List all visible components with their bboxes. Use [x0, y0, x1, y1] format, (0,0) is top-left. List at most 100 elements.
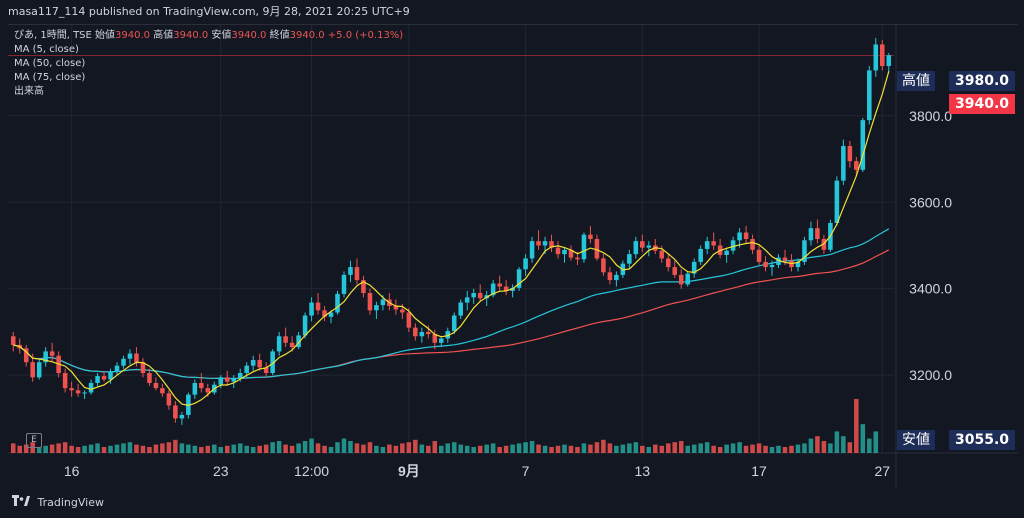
- ohlc-low-value: 3940.0: [231, 30, 267, 41]
- volume-bar: [237, 443, 243, 453]
- volume-bar: [374, 445, 379, 453]
- candle-body: [341, 274, 347, 294]
- volume-bar: [88, 444, 94, 453]
- footer: TradingView: [0, 488, 1024, 517]
- volume-bar: [484, 444, 489, 453]
- low-tag-label: 安値: [897, 430, 935, 450]
- candle-body: [704, 241, 710, 249]
- volume-bar: [860, 424, 866, 453]
- high-tag-label: 高値: [897, 71, 935, 91]
- candle-body: [413, 327, 418, 337]
- volume-bar: [387, 444, 392, 453]
- legend-volume[interactable]: 出来高: [14, 85, 403, 99]
- candle-body: [575, 257, 580, 260]
- candle-body: [873, 44, 879, 71]
- candle-body: [685, 273, 690, 285]
- volume-bar: [212, 444, 217, 453]
- candle-body: [69, 388, 74, 391]
- candle-body: [147, 373, 152, 383]
- footer-brand[interactable]: TradingView: [38, 496, 104, 509]
- ohlc-low-label: 安値: [211, 30, 232, 41]
- volume-bar: [743, 445, 749, 453]
- ohlc-open-label: 始値: [95, 30, 116, 41]
- volume-bar: [854, 399, 859, 453]
- candle-body: [555, 247, 561, 255]
- volume-bar: [458, 444, 463, 453]
- candle-body: [283, 336, 288, 343]
- candle-body: [224, 377, 230, 382]
- candle-body: [114, 365, 120, 372]
- y-tick-label: 3800.0: [909, 108, 952, 124]
- volume-bar: [581, 443, 587, 453]
- publisher-header: masa117_114 published on TradingView.com…: [0, 0, 1024, 24]
- candle-body: [834, 180, 840, 224]
- volume-bar: [730, 443, 736, 453]
- volume-bar: [127, 442, 133, 453]
- volume-bar: [354, 443, 360, 453]
- volume-bar: [659, 445, 665, 453]
- volume-bar: [789, 445, 794, 453]
- earnings-badge[interactable]: E: [26, 433, 42, 448]
- volume-bar: [601, 439, 606, 453]
- candle-body: [672, 267, 678, 275]
- legend-ma5[interactable]: MA (5, close): [14, 43, 403, 57]
- volume-bar: [685, 445, 690, 453]
- candle-body: [847, 146, 853, 162]
- candle-body: [36, 362, 42, 378]
- volume-bar: [69, 445, 74, 453]
- candle-body: [134, 353, 139, 363]
- publisher-text: masa117_114 published on TradingView.com…: [8, 5, 410, 18]
- volume-bar: [711, 445, 716, 453]
- candle-body: [724, 250, 729, 255]
- volume-bar: [653, 444, 658, 453]
- candle-body: [231, 378, 237, 382]
- y-tick-label: 3600.0: [909, 194, 952, 210]
- volume-bar: [186, 444, 191, 453]
- volume-bar: [276, 441, 282, 453]
- candle-body: [426, 331, 431, 335]
- ohlc-change: +5.0 (+0.13%): [327, 30, 404, 41]
- tradingview-logo-icon[interactable]: [12, 489, 30, 518]
- volume-bar: [380, 447, 386, 453]
- volume-bar: [218, 447, 224, 453]
- volume-bar: [335, 442, 340, 453]
- ohlc-open-value: 3940.0: [115, 30, 151, 41]
- x-tick-label: 27: [874, 463, 890, 479]
- volume-bar: [698, 443, 703, 453]
- candle-body: [497, 283, 502, 287]
- volume-bar: [367, 442, 373, 453]
- volume-bar: [160, 443, 165, 453]
- volume-bar: [607, 443, 613, 453]
- candle-body: [711, 241, 716, 246]
- volume-bar: [199, 447, 204, 453]
- candle-body: [315, 302, 321, 311]
- y-tick-label: 3400.0: [909, 281, 952, 297]
- volume-bar: [224, 445, 230, 453]
- volume-bar: [289, 445, 295, 453]
- candle-body: [614, 274, 619, 281]
- candle-body: [205, 388, 211, 393]
- candle-body: [95, 376, 100, 383]
- candle-body: [289, 342, 295, 348]
- volume-bar: [516, 443, 522, 453]
- ohlc-close-value: 3940.0: [289, 30, 325, 41]
- x-tick-label: 17: [751, 463, 767, 479]
- candle-body: [439, 338, 444, 343]
- volume-bar: [614, 445, 619, 453]
- chart-area[interactable]: 3200.0 3400.0 3600.0 3800.0 16 23 12:00 9月 7 13 17…: [8, 24, 1018, 489]
- volume-bar: [510, 444, 515, 453]
- candle-body: [354, 267, 360, 281]
- legend-ma75[interactable]: MA (75, close): [14, 71, 403, 85]
- volume-bar: [296, 443, 301, 453]
- volume-bar: [166, 442, 172, 453]
- candle-body: [108, 371, 113, 380]
- candle-body: [659, 250, 665, 259]
- legend-ma50[interactable]: MA (50, close): [14, 57, 403, 71]
- candle-body: [763, 261, 768, 268]
- volume-bar: [588, 444, 593, 453]
- volume-bar: [763, 445, 768, 453]
- candle-body: [400, 309, 405, 313]
- volume-bar: [432, 441, 438, 453]
- volume-bar: [523, 442, 528, 453]
- volume-bar: [562, 444, 567, 453]
